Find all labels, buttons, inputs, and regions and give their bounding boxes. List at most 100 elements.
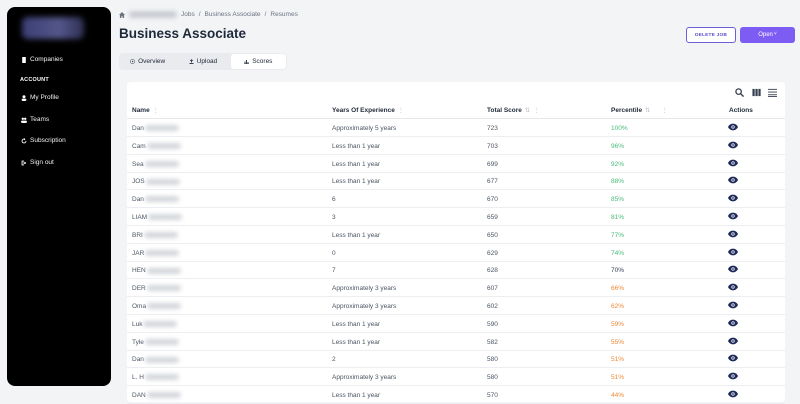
redacted-name <box>143 321 178 328</box>
table-row[interactable]: DAN Less than 1 year 570 44% <box>127 386 785 404</box>
column-header-actions: Actions <box>729 107 753 114</box>
table-row[interactable]: Luk Less than 1 year 590 59% <box>127 315 785 333</box>
cell-name: Cam <box>132 143 181 150</box>
cell-percentile: 92% <box>611 160 625 168</box>
cell-percentile: 85% <box>611 196 625 204</box>
cell-name: JOS <box>132 178 180 185</box>
table-row[interactable]: BRI Less than 1 year 650 77% <box>127 226 785 244</box>
view-eye-icon[interactable] <box>728 337 738 345</box>
circle-play-icon <box>130 59 136 64</box>
view-eye-icon[interactable] <box>728 354 738 362</box>
table-row[interactable]: Cam Less than 1 year 703 96% <box>127 137 785 155</box>
table-row[interactable]: Dan 6 670 85% <box>127 190 785 209</box>
cell-percentile: 96% <box>611 142 625 150</box>
density-icon[interactable] <box>768 88 777 97</box>
column-header-name[interactable]: Name ⋮ <box>132 107 159 114</box>
breadcrumb-item-job[interactable]: Business Associate <box>205 11 261 18</box>
sidebar: Companies ACCOUNT My Profile Teams Subsc… <box>7 7 111 386</box>
cell-name: DER <box>132 285 181 292</box>
column-header-years[interactable]: Years Of Experience ⋮ <box>332 107 404 114</box>
columns-icon[interactable] <box>752 88 761 97</box>
table-row[interactable]: Tyle Less than 1 year 582 55% <box>127 333 785 351</box>
cell-percentile: 66% <box>611 285 625 293</box>
delete-job-button[interactable]: DELETE JOB <box>686 27 736 43</box>
candidate-name: DAN <box>132 392 146 399</box>
sidebar-section-heading: ACCOUNT <box>20 77 49 83</box>
view-eye-icon[interactable] <box>728 176 738 184</box>
cell-years: Less than 1 year <box>332 338 381 346</box>
cell-name: Luk <box>132 321 178 328</box>
column-header-percentile[interactable]: Percentile ⇅ ⋮ <box>611 107 668 114</box>
tab-overview[interactable]: Overview <box>120 54 175 69</box>
candidate-name: Cam <box>132 142 146 150</box>
tab-upload[interactable]: Upload <box>175 54 230 69</box>
cell-percentile: 81% <box>611 214 625 221</box>
cell-years: Less than 1 year <box>332 160 381 168</box>
table-row[interactable]: DER Approximately 3 years 607 66% <box>127 279 785 298</box>
redacted-name <box>145 178 180 185</box>
view-eye-icon[interactable] <box>728 283 738 291</box>
table-row[interactable]: Oma Approximately 3 years 602 62% <box>127 297 785 315</box>
breadcrumb-item-jobs[interactable]: Jobs <box>181 11 195 18</box>
redacted-name <box>146 143 181 150</box>
cell-name: Dan <box>132 196 179 203</box>
bar-chart-icon <box>244 60 250 64</box>
sidebar-item-label: My Profile <box>30 94 59 101</box>
view-eye-icon[interactable] <box>728 194 738 202</box>
redacted-name <box>144 338 179 345</box>
sidebar-item-subscription[interactable]: Subscription <box>21 137 66 144</box>
cell-total-score: 703 <box>487 142 498 150</box>
redacted-name <box>144 125 179 132</box>
view-eye-icon[interactable] <box>728 248 738 256</box>
view-eye-icon[interactable] <box>728 141 738 149</box>
candidate-name: Dan <box>132 125 144 132</box>
cell-years: 3 <box>332 214 336 221</box>
refresh-icon <box>21 137 27 143</box>
cell-total-score: 677 <box>487 178 498 186</box>
tab-label: Scores <box>252 58 273 65</box>
company-logo[interactable] <box>22 17 84 39</box>
view-eye-icon[interactable] <box>728 123 738 131</box>
open-status-button[interactable]: Open ˅ <box>740 27 795 43</box>
table-row[interactable]: JAR 0 629 74% <box>127 244 785 262</box>
cell-name: L. H <box>132 374 179 381</box>
cell-percentile: 74% <box>611 249 625 257</box>
view-eye-icon[interactable] <box>728 319 738 327</box>
table-row[interactable]: LIAM 3 659 81% <box>127 208 785 226</box>
view-eye-icon[interactable] <box>728 159 738 167</box>
sidebar-item-companies[interactable]: Companies <box>21 56 63 63</box>
cell-name: BRI <box>132 232 178 239</box>
cell-name: Tyle <box>132 339 179 346</box>
table-row[interactable]: Sea Less than 1 year 699 92% <box>127 155 785 173</box>
table-row[interactable]: Dan Approximately 5 years 723 100% <box>127 119 785 137</box>
cell-years: Approximately 5 years <box>332 125 397 132</box>
table-row[interactable]: HEN 7 628 70% <box>127 261 785 280</box>
cell-total-score: 699 <box>487 160 498 168</box>
cell-total-score: 602 <box>487 303 498 310</box>
view-eye-icon[interactable] <box>728 230 738 238</box>
view-eye-icon[interactable] <box>728 301 738 309</box>
view-eye-icon[interactable] <box>728 212 738 220</box>
view-eye-icon[interactable] <box>728 372 738 380</box>
view-eye-icon[interactable] <box>728 390 738 398</box>
tab-scores[interactable]: Scores <box>230 54 286 69</box>
breadcrumb-separator: / <box>264 11 267 18</box>
table-header: Name ⋮ Years Of Experience ⋮ Total Score ⇅ … <box>127 101 785 119</box>
breadcrumb-company[interactable] <box>129 11 177 18</box>
view-eye-icon[interactable] <box>728 265 738 273</box>
table-row[interactable]: JOS Less than 1 year 677 88% <box>127 172 785 191</box>
sidebar-item-my-profile[interactable]: My Profile <box>21 94 59 101</box>
user-icon <box>21 94 27 101</box>
cell-percentile: 51% <box>611 374 625 382</box>
redacted-name <box>147 303 182 310</box>
column-header-total-score[interactable]: Total Score ⇅ ⋮ <box>487 107 539 114</box>
cell-total-score: 590 <box>487 320 498 328</box>
sidebar-item-teams[interactable]: Teams <box>21 116 49 123</box>
home-icon[interactable] <box>119 11 125 18</box>
table-row[interactable]: L. H Approximately 3 years 580 51% <box>127 368 785 387</box>
cell-percentile: 44% <box>611 392 625 399</box>
cell-name: HEN <box>132 267 181 274</box>
sidebar-item-sign-out[interactable]: Sign out <box>21 159 54 166</box>
search-icon[interactable] <box>735 88 744 97</box>
table-row[interactable]: Dan 2 580 51% <box>127 350 785 369</box>
